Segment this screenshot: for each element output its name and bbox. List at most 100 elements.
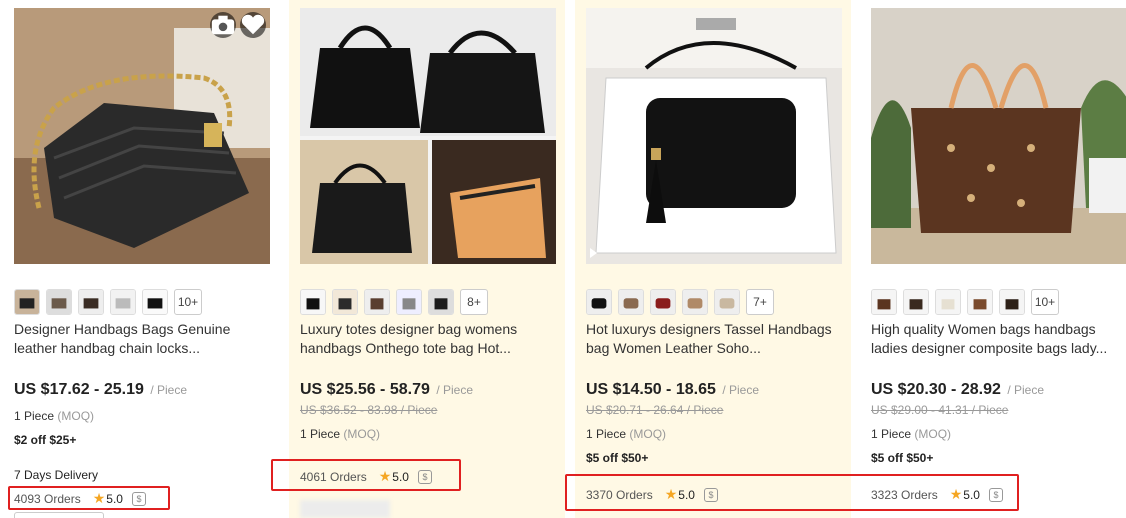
product-card-4[interactable]: 10+ High quality Women bags handbags lad… bbox=[871, 0, 1126, 518]
variant-thumb[interactable] bbox=[682, 289, 708, 315]
price-value: US $25.56 - 58.79 bbox=[300, 381, 430, 398]
product-card-2[interactable]: 8+ Luxury totes designer bag womens hand… bbox=[289, 0, 565, 518]
variant-thumb[interactable] bbox=[714, 289, 740, 315]
price-value: US $20.30 - 28.92 bbox=[871, 381, 1001, 398]
price-unit: / Piece bbox=[722, 383, 760, 397]
moq-tag: (MOQ) bbox=[57, 409, 95, 423]
orders-rating-row: 3323 Orders ★ 5.0 $ bbox=[871, 486, 1003, 503]
product-image-tassel-bag bbox=[586, 8, 842, 264]
blurred-content bbox=[300, 500, 390, 518]
product-image-tote-collage bbox=[300, 8, 556, 264]
variant-thumbnails: 8+ bbox=[300, 289, 488, 315]
rating: ★ 5.0 bbox=[950, 486, 980, 503]
variant-thumb[interactable] bbox=[650, 289, 676, 315]
promo-text: $2 off $25+ bbox=[14, 433, 77, 447]
rating-value: 5.0 bbox=[678, 487, 695, 502]
orders-count: 4093 Orders bbox=[14, 491, 81, 506]
variant-thumbnails: 10+ bbox=[14, 289, 202, 315]
moq-tag: (MOQ) bbox=[343, 427, 381, 441]
variant-thumbnails: 10+ bbox=[871, 289, 1059, 315]
moq: 1 Piece (MOQ) bbox=[871, 427, 951, 441]
variant-thumb[interactable] bbox=[871, 289, 897, 315]
more-variants-button[interactable]: 7+ bbox=[746, 289, 774, 315]
trade-assurance-icon[interactable]: $ bbox=[417, 469, 432, 484]
heart-icon[interactable] bbox=[240, 12, 266, 38]
variant-thumb[interactable] bbox=[618, 289, 644, 315]
price-value: US $17.62 - 25.19 bbox=[14, 381, 144, 398]
orders-rating-row: 3370 Orders ★ 5.0 $ bbox=[586, 486, 718, 503]
orders-count: 4061 Orders bbox=[300, 469, 367, 484]
camera-icon[interactable] bbox=[210, 12, 236, 38]
product-image-monogram-tote bbox=[871, 8, 1126, 264]
orders-rating-row: 4093 Orders ★ 5.0 $ bbox=[14, 490, 146, 507]
variant-thumb[interactable] bbox=[300, 289, 326, 315]
variant-thumb[interactable] bbox=[110, 289, 136, 315]
variant-thumb[interactable] bbox=[142, 289, 168, 315]
variant-thumb[interactable] bbox=[586, 289, 612, 315]
variant-thumb[interactable] bbox=[364, 289, 390, 315]
moq-tag: (MOQ) bbox=[629, 427, 667, 441]
variant-thumb[interactable] bbox=[428, 289, 454, 315]
moq-value: 1 Piece bbox=[14, 409, 55, 423]
variant-thumb[interactable] bbox=[999, 289, 1025, 315]
product-title[interactable]: Hot luxurys designers Tassel Handbags ba… bbox=[586, 320, 842, 358]
moq: 1 Piece (MOQ) bbox=[14, 409, 94, 423]
original-price: US $29.00 - 41.31 / Piece bbox=[871, 403, 1009, 417]
rating-value: 5.0 bbox=[963, 487, 980, 502]
product-image[interactable] bbox=[300, 8, 556, 264]
variant-thumb[interactable] bbox=[935, 289, 961, 315]
variant-thumb[interactable] bbox=[396, 289, 422, 315]
cutoff-button[interactable] bbox=[14, 512, 104, 518]
moq-value: 1 Piece bbox=[300, 427, 341, 441]
variant-thumb[interactable] bbox=[78, 289, 104, 315]
product-title[interactable]: High quality Women bags handbags ladies … bbox=[871, 320, 1126, 358]
product-title[interactable]: Designer Handbags Bags Genuine leather h… bbox=[14, 320, 270, 358]
orders-count: 3323 Orders bbox=[871, 487, 938, 502]
price-value: US $14.50 - 18.65 bbox=[586, 381, 716, 398]
more-variants-button[interactable]: 10+ bbox=[1031, 289, 1059, 315]
variant-thumb[interactable] bbox=[46, 289, 72, 315]
original-price: US $20.71 - 26.64 / Piece bbox=[586, 403, 724, 417]
variant-thumb[interactable] bbox=[967, 289, 993, 315]
more-variants-button[interactable]: 10+ bbox=[174, 289, 202, 315]
rating-value: 5.0 bbox=[106, 491, 123, 506]
variant-thumb[interactable] bbox=[903, 289, 929, 315]
promo-text: $5 off $50+ bbox=[586, 451, 649, 465]
product-image[interactable] bbox=[14, 8, 270, 264]
rating: ★ 5.0 bbox=[379, 468, 409, 485]
price-unit: / Piece bbox=[1007, 383, 1045, 397]
trade-assurance-icon[interactable]: $ bbox=[988, 487, 1003, 502]
trade-assurance-icon[interactable]: $ bbox=[703, 487, 718, 502]
product-image-chain-bag bbox=[14, 8, 270, 264]
price-unit: / Piece bbox=[436, 383, 474, 397]
original-price: US $36.52 - 83.98 / Piece bbox=[300, 403, 438, 417]
product-card-1[interactable]: 10+ Designer Handbags Bags Genuine leath… bbox=[14, 0, 284, 518]
moq: 1 Piece (MOQ) bbox=[300, 427, 380, 441]
promo-text: $5 off $50+ bbox=[871, 451, 934, 465]
moq: 1 Piece (MOQ) bbox=[586, 427, 666, 441]
orders-count: 3370 Orders bbox=[586, 487, 653, 502]
more-variants-button[interactable]: 8+ bbox=[460, 289, 488, 315]
star-icon: ★ bbox=[949, 486, 963, 502]
product-image[interactable] bbox=[871, 8, 1126, 264]
trade-assurance-icon[interactable]: $ bbox=[131, 491, 146, 506]
product-card-3[interactable]: 7+ Hot luxurys designers Tassel Handbags… bbox=[575, 0, 851, 518]
variant-thumbnails: 7+ bbox=[586, 289, 774, 315]
variant-thumb[interactable] bbox=[332, 289, 358, 315]
play-icon[interactable] bbox=[590, 248, 597, 258]
star-icon: ★ bbox=[378, 468, 392, 484]
moq-value: 1 Piece bbox=[871, 427, 912, 441]
delivery-text: 7 Days Delivery bbox=[14, 468, 99, 482]
price-range: US $25.56 - 58.79 / Piece bbox=[300, 381, 473, 399]
rating: ★ 5.0 bbox=[665, 486, 695, 503]
price-unit: / Piece bbox=[150, 383, 188, 397]
star-icon: ★ bbox=[92, 490, 106, 506]
orders-rating-row: 4061 Orders ★ 5.0 $ bbox=[300, 468, 432, 485]
product-title[interactable]: Luxury totes designer bag womens handbag… bbox=[300, 320, 556, 358]
star-icon: ★ bbox=[664, 486, 678, 502]
price-range: US $17.62 - 25.19 / Piece bbox=[14, 381, 187, 399]
product-image[interactable] bbox=[586, 8, 842, 264]
variant-thumb[interactable] bbox=[14, 289, 40, 315]
price-range: US $14.50 - 18.65 / Piece bbox=[586, 381, 759, 399]
moq-value: 1 Piece bbox=[586, 427, 627, 441]
